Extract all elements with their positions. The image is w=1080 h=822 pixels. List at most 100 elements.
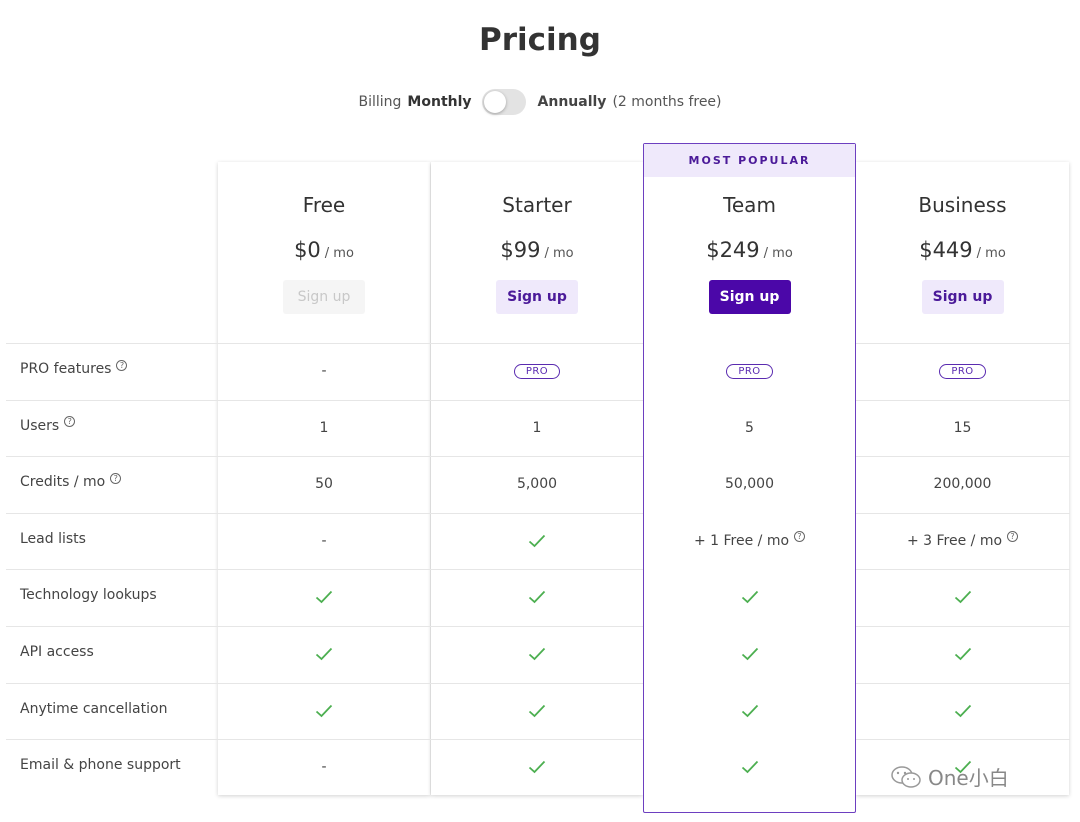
- toggle-knob: [483, 91, 506, 113]
- feature-value: 50: [315, 476, 333, 493]
- feature-cell: -: [218, 513, 430, 569]
- feature-value: 200,000: [933, 476, 992, 493]
- feature-cell: 15: [856, 400, 1069, 456]
- plan-name-starter: Starter: [502, 193, 572, 217]
- feature-label-text: API access: [20, 644, 94, 660]
- wechat-icon: [891, 765, 921, 788]
- help-circle-icon[interactable]: ?: [110, 472, 122, 484]
- check-icon: [315, 591, 333, 604]
- feature-cell: -: [218, 343, 430, 399]
- feature-cell: [856, 569, 1069, 625]
- most-popular-badge: MOST POPULAR: [644, 144, 855, 177]
- feature-cell: [856, 626, 1069, 682]
- billing-toggle-switch[interactable]: [481, 89, 526, 115]
- feature-cell: [218, 626, 430, 682]
- plan-name-free: Free: [302, 193, 346, 217]
- feature-cell: + 3 Free / mo?: [856, 513, 1069, 569]
- feature-label-text: PRO features: [20, 361, 112, 377]
- check-icon: [315, 704, 333, 717]
- price-period: / mo: [976, 246, 1006, 261]
- billing-annually-label[interactable]: Annually: [538, 94, 607, 110]
- feature-label-text: Email & phone support: [20, 757, 181, 774]
- sign-up-button-business[interactable]: Sign up: [921, 280, 1004, 314]
- feature-value: -: [321, 759, 327, 776]
- plan-name-team: Team: [723, 193, 776, 217]
- feature-cell: [643, 569, 856, 625]
- feature-label: Credits / mo?: [20, 472, 122, 491]
- feature-cell: PRO: [856, 343, 1069, 399]
- check-icon: [528, 534, 546, 548]
- price-amount: $0: [294, 238, 321, 262]
- feature-cell: [431, 569, 643, 625]
- feature-cell: [431, 513, 643, 569]
- check-icon: [741, 591, 758, 604]
- plan-price-business: $449/ mo: [856, 238, 1069, 262]
- billing-label: Billing: [358, 94, 402, 110]
- feature-cell: [643, 626, 856, 682]
- billing-monthly-label[interactable]: Monthly: [407, 94, 471, 110]
- check-icon: [528, 704, 546, 717]
- feature-label: Anytime cancellation: [20, 701, 167, 717]
- sign-up-button-team[interactable]: Sign up: [708, 280, 791, 314]
- check-icon: [315, 647, 333, 661]
- sign-up-button-free[interactable]: Sign up: [283, 280, 365, 314]
- feature-value: + 3 Free / mo: [906, 532, 1003, 549]
- billing-toggle-row: Billing Monthly Annually (2 months free): [0, 89, 1080, 115]
- feature-cell: 1: [218, 400, 430, 456]
- feature-label-text: Credits / mo: [20, 474, 106, 491]
- feature-cell: [431, 739, 643, 795]
- feature-label-text: Users: [20, 417, 60, 434]
- check-icon: [741, 761, 758, 774]
- check-icon: [954, 704, 971, 717]
- pro-pill-badge: PRO: [513, 363, 561, 379]
- feature-cell: [218, 683, 430, 739]
- feature-value: -: [321, 532, 327, 549]
- check-icon: [954, 591, 971, 604]
- pro-pill-badge: PRO: [939, 363, 986, 379]
- feature-value: 50,000: [725, 476, 774, 493]
- feature-label: API access: [20, 644, 94, 660]
- feature-cell: [643, 683, 856, 739]
- feature-value: 1: [532, 419, 542, 436]
- feature-value: + 1 Free / mo: [693, 532, 790, 549]
- annual-discount-note: (2 months free): [612, 94, 722, 110]
- feature-label: Users?: [20, 416, 76, 434]
- check-icon: [741, 704, 758, 717]
- feature-label: Lead lists: [20, 531, 86, 547]
- feature-label-text: Lead lists: [20, 530, 86, 547]
- feature-value: -: [321, 363, 327, 379]
- plan-price-free: $0/ mo: [218, 238, 430, 262]
- feature-cell: 1: [431, 400, 643, 456]
- feature-label: PRO features?: [20, 359, 128, 377]
- feature-label: Technology lookups: [20, 587, 157, 603]
- feature-cell: PRO: [431, 343, 643, 399]
- feature-label: Email & phone support: [20, 757, 181, 773]
- check-icon: [954, 647, 971, 661]
- price-amount: $99: [500, 238, 541, 262]
- feature-value: 1: [319, 419, 329, 436]
- check-icon: [528, 591, 546, 604]
- feature-cell: 5: [643, 400, 856, 456]
- watermark: One小白: [890, 762, 1009, 791]
- feature-value: 5,000: [516, 476, 558, 493]
- help-circle-icon[interactable]: ?: [64, 416, 76, 428]
- help-circle-icon[interactable]: ?: [116, 359, 128, 371]
- plan-price-team: $249/ mo: [643, 238, 856, 262]
- pro-pill-badge: PRO: [726, 363, 773, 379]
- watermark-text: One小白: [928, 766, 1009, 790]
- price-amount: $249: [706, 238, 760, 262]
- feature-cell: [431, 626, 643, 682]
- help-circle-icon[interactable]: ?: [794, 531, 806, 543]
- feature-cell: 5,000: [431, 456, 643, 512]
- feature-value: 5: [745, 419, 754, 436]
- help-circle-icon[interactable]: ?: [1007, 531, 1019, 543]
- feature-cell: [218, 569, 430, 625]
- feature-cell: [856, 683, 1069, 739]
- price-period: / mo: [544, 246, 574, 261]
- price-period: / mo: [763, 246, 793, 261]
- sign-up-button-starter[interactable]: Sign up: [496, 280, 578, 314]
- feature-label-text: Anytime cancellation: [20, 700, 168, 717]
- price-amount: $449: [919, 238, 973, 262]
- plan-price-starter: $99/ mo: [431, 238, 643, 262]
- price-period: / mo: [324, 246, 354, 261]
